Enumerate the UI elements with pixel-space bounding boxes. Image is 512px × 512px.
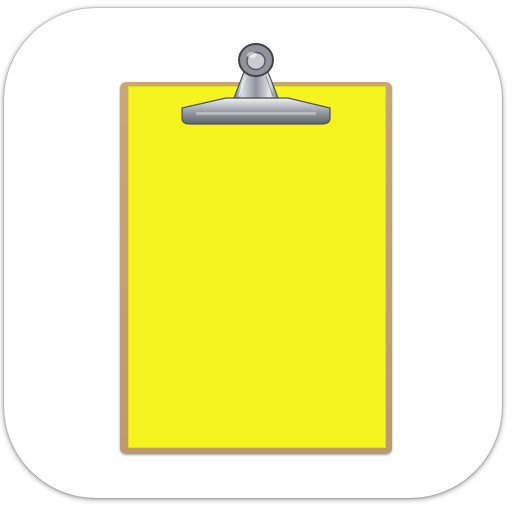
clipboard-paper (128, 86, 386, 448)
icon-canvas (0, 0, 512, 512)
clipboard-clip-icon (176, 40, 336, 130)
